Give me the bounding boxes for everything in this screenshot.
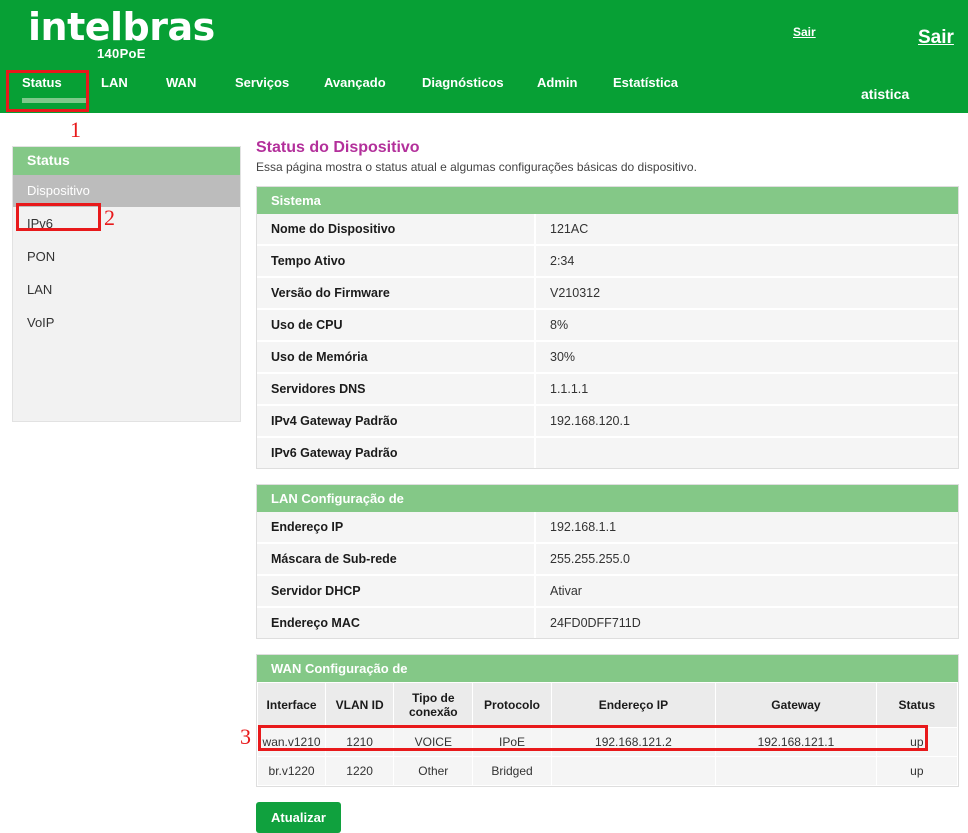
table-header-row: Interface VLAN ID Tipo de conexão Protoc… <box>256 682 959 728</box>
wan-panel: WAN Configuração de Interface VLAN ID Ti… <box>256 654 959 787</box>
cell-status: up <box>875 727 959 757</box>
logout-link[interactable]: Sair <box>793 25 816 39</box>
annotation-number-1: 1 <box>70 117 81 142</box>
row-label: Tempo Ativo <box>257 245 536 278</box>
cell-interface: wan.v1210 <box>256 727 327 757</box>
table-row: Nome do Dispositivo 121AC <box>257 214 958 246</box>
cell-protocolo: IPoE <box>472 727 552 757</box>
cell-ip <box>550 756 717 786</box>
table-row: Uso de Memória 30% <box>257 341 958 374</box>
main-navigation: Status LAN WAN Serviços Avançado Diagnós… <box>0 74 968 113</box>
nav-item-avancado[interactable]: Avançado <box>324 74 386 92</box>
lan-table: Endereço IP 192.168.1.1 Máscara de Sub-r… <box>257 512 958 638</box>
column-header-gateway: Gateway <box>715 682 877 728</box>
row-label: Nome do Dispositivo <box>257 214 536 246</box>
logo-wordmark: intelbras <box>28 5 215 49</box>
annotation-number-2: 2 <box>104 205 115 230</box>
table-row: br.v1220 1220 Other Bridged up <box>256 756 959 786</box>
cell-tipo: Other <box>393 756 474 786</box>
row-value: 192.168.120.1 <box>535 405 958 438</box>
row-value <box>535 437 958 468</box>
nav-item-servicos[interactable]: Serviços <box>235 74 289 92</box>
nav-item-diagnosticos[interactable]: Diagnósticos <box>422 74 504 92</box>
sidebar-item-ipv6[interactable]: IPv6 <box>13 207 240 240</box>
cell-status: up <box>875 756 959 786</box>
row-label: Versão do Firmware <box>257 277 536 310</box>
table-row: Versão do Firmware V210312 <box>257 277 958 310</box>
row-value: 192.168.1.1 <box>535 512 958 544</box>
row-value: 8% <box>535 309 958 342</box>
cell-gateway <box>715 756 877 786</box>
row-label: Endereço MAC <box>257 607 536 638</box>
cell-protocolo: Bridged <box>472 756 552 786</box>
table-row: Endereço IP 192.168.1.1 <box>257 512 958 544</box>
row-label: Uso de CPU <box>257 309 536 342</box>
page-header: intelbras 140PoE Sair Sair atistica Stat… <box>0 0 968 113</box>
cell-tipo: VOICE <box>393 727 474 757</box>
row-label: IPv4 Gateway Padrão <box>257 405 536 438</box>
nav-item-estatistica[interactable]: Estatística <box>613 74 678 92</box>
table-row: Endereço MAC 24FD0DFF711D <box>257 607 958 638</box>
sistema-panel: Sistema Nome do Dispositivo 121AC Tempo … <box>256 186 959 469</box>
row-value: 30% <box>535 341 958 374</box>
row-value: 24FD0DFF711D <box>535 607 958 638</box>
sidebar-item-dispositivo[interactable]: Dispositivo <box>13 175 240 207</box>
brand-logo: intelbras 140PoE <box>28 6 215 61</box>
column-header-vlan-id: VLAN ID <box>325 682 395 728</box>
sidebar-item-lan[interactable]: LAN <box>13 273 240 306</box>
row-label: Máscara de Sub-rede <box>257 543 536 576</box>
annotation-number-3: 3 <box>240 724 251 749</box>
row-label: Endereço IP <box>257 512 536 544</box>
row-value: 121AC <box>535 214 958 246</box>
nav-item-status[interactable]: Status <box>22 74 62 92</box>
row-value: 1.1.1.1 <box>535 373 958 406</box>
cell-vlan-id: 1210 <box>325 727 395 757</box>
lan-panel: LAN Configuração de Endereço IP 192.168.… <box>256 484 959 639</box>
nav-item-admin[interactable]: Admin <box>537 74 577 92</box>
table-row: IPv4 Gateway Padrão 192.168.120.1 <box>257 405 958 438</box>
column-header-interface: Interface <box>256 682 327 728</box>
cell-vlan-id: 1220 <box>325 756 395 786</box>
row-value: Ativar <box>535 575 958 608</box>
cell-gateway: 192.168.121.1 <box>715 727 877 757</box>
cell-ip: 192.168.121.2 <box>550 727 717 757</box>
page-description: Essa página mostra o status atual e algu… <box>256 160 697 174</box>
table-row: Servidor DHCP Ativar <box>257 575 958 608</box>
sidebar: Status Dispositivo IPv6 PON LAN VoIP <box>12 146 241 422</box>
wan-table: Interface VLAN ID Tipo de conexão Protoc… <box>256 682 959 786</box>
logout-link-overflow[interactable]: Sair <box>918 27 954 49</box>
table-row: wan.v1210 1210 VOICE IPoE 192.168.121.2 … <box>256 727 959 757</box>
sistema-table: Nome do Dispositivo 121AC Tempo Ativo 2:… <box>257 214 958 468</box>
sidebar-title: Status <box>13 147 240 175</box>
row-value: 2:34 <box>535 245 958 278</box>
column-header-endereco-ip: Endereço IP <box>550 682 717 728</box>
main-content: Status do Dispositivo Essa página mostra… <box>256 139 959 833</box>
column-header-protocolo: Protocolo <box>472 682 552 728</box>
table-row: Tempo Ativo 2:34 <box>257 245 958 278</box>
nav-item-wan[interactable]: WAN <box>166 74 196 92</box>
cell-interface: br.v1220 <box>256 756 327 786</box>
column-header-tipo-conexao: Tipo de conexão <box>393 682 474 728</box>
nav-active-indicator <box>22 98 86 103</box>
row-label: Servidores DNS <box>257 373 536 406</box>
table-row: Servidores DNS 1.1.1.1 <box>257 373 958 406</box>
sidebar-item-pon[interactable]: PON <box>13 240 240 273</box>
wan-panel-heading: WAN Configuração de <box>257 655 958 682</box>
table-row: Uso de CPU 8% <box>257 309 958 342</box>
nav-item-lan[interactable]: LAN <box>101 74 128 92</box>
lan-panel-heading: LAN Configuração de <box>257 485 958 512</box>
row-value: 255.255.255.0 <box>535 543 958 576</box>
table-row: Máscara de Sub-rede 255.255.255.0 <box>257 543 958 576</box>
row-value: V210312 <box>535 277 958 310</box>
row-label: Uso de Memória <box>257 341 536 374</box>
page-title: Status do Dispositivo <box>256 139 420 156</box>
sidebar-item-voip[interactable]: VoIP <box>13 306 240 339</box>
row-label: IPv6 Gateway Padrão <box>257 437 536 468</box>
row-label: Servidor DHCP <box>257 575 536 608</box>
sistema-panel-heading: Sistema <box>257 187 958 214</box>
column-header-status: Status <box>875 682 959 728</box>
table-row: IPv6 Gateway Padrão <box>257 437 958 468</box>
